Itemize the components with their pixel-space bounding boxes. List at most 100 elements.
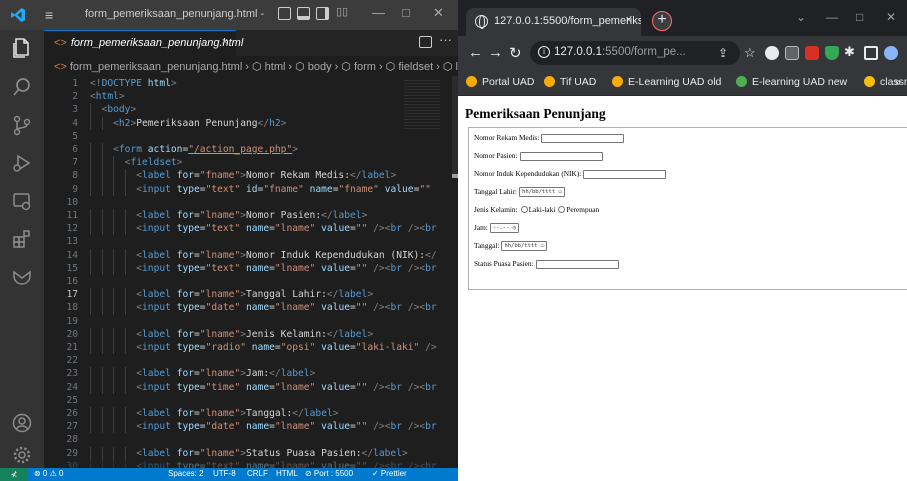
extension-screen-icon[interactable] bbox=[785, 46, 799, 60]
indent-guide bbox=[90, 103, 91, 117]
extensions-puzzle-icon[interactable]: ✱ bbox=[844, 44, 855, 60]
back-icon[interactable]: ← bbox=[468, 44, 483, 61]
address-bar[interactable]: i 127.0.0.1:5500/form_pe... bbox=[530, 41, 740, 65]
breadcrumb-item[interactable]: html bbox=[265, 61, 286, 73]
indent-guide bbox=[90, 248, 91, 262]
no-pasien-input[interactable] bbox=[519, 151, 603, 161]
share-icon[interactable]: ⇪ bbox=[718, 46, 728, 60]
search-icon[interactable] bbox=[11, 76, 33, 98]
forward-icon[interactable]: → bbox=[488, 44, 503, 61]
profile-avatar[interactable] bbox=[884, 46, 898, 60]
toggle-panel-icon[interactable] bbox=[297, 7, 310, 20]
browser-tab[interactable]: 127.0.0.1:5500/form_pemeriksaa × bbox=[466, 8, 641, 36]
tab-close-icon[interactable]: × bbox=[626, 14, 632, 26]
eol-indicator[interactable]: CRLF bbox=[247, 469, 268, 478]
live-server-port[interactable]: ⊘ Port : 5500 bbox=[305, 469, 353, 478]
indent-guide bbox=[101, 248, 103, 262]
code-token: value bbox=[384, 183, 414, 195]
code-token: />< bbox=[373, 302, 391, 314]
code-editor[interactable]: 1 <!DOCTYPE html> 2 <html> 3 <body> 4 <h2>Pemer… bbox=[44, 76, 458, 468]
indentation-indicator[interactable]: Spaces: 2 bbox=[168, 469, 204, 478]
clock-icon[interactable]: ◷ bbox=[513, 225, 516, 231]
code-token: br bbox=[390, 381, 403, 393]
code-line: 20 <label for="lname">Jenis Kelamin:</lab… bbox=[44, 327, 458, 341]
bookmark-item[interactable]: Portal UAD bbox=[466, 76, 535, 88]
code-token: br bbox=[390, 421, 403, 433]
code-token: label bbox=[142, 249, 171, 261]
more-actions-icon[interactable]: ··· bbox=[439, 32, 452, 47]
prettier-indicator[interactable]: ✓ Prettier bbox=[372, 469, 407, 478]
breadcrumb-item[interactable]: form bbox=[354, 61, 376, 73]
new-tab-button[interactable]: + bbox=[652, 11, 672, 31]
calendar-icon[interactable]: ▭ bbox=[559, 189, 562, 195]
bookmark-star-icon[interactable]: ☆ bbox=[744, 45, 756, 61]
jam-row: Jam: --.-- ◷ bbox=[474, 223, 519, 234]
site-info-icon[interactable]: i bbox=[538, 46, 550, 58]
tanggal-input[interactable]: hh/bb/tttt ▭ bbox=[501, 241, 548, 252]
close-button[interactable]: ✕ bbox=[433, 5, 444, 21]
nik-input[interactable] bbox=[583, 169, 667, 179]
maximize-button[interactable]: □ bbox=[402, 5, 410, 20]
minimize-button[interactable]: — bbox=[826, 10, 838, 24]
bookmark-item[interactable]: E-Learning UAD old bbox=[612, 76, 721, 88]
code-token: label bbox=[373, 447, 402, 459]
jam-input[interactable]: --.-- ◷ bbox=[489, 223, 519, 234]
remote-indicator-icon[interactable]: ⊀ bbox=[0, 468, 28, 481]
calendar-icon[interactable]: ▭ bbox=[541, 243, 544, 249]
line-number: 19 bbox=[66, 315, 78, 327]
tanggal-lahir-input[interactable]: hh/bb/tttt ▭ bbox=[519, 187, 565, 198]
minimap[interactable] bbox=[404, 80, 440, 130]
extension-dot-icon[interactable] bbox=[765, 46, 779, 60]
jenis-kelamin-row: Jenis Kelamin: Laki-laki Perempuan bbox=[474, 205, 599, 214]
line-number: 29 bbox=[66, 447, 78, 459]
accounts-icon[interactable] bbox=[11, 412, 33, 434]
bookmarks-more-icon[interactable]: » bbox=[895, 76, 901, 88]
tab-close-icon[interactable]: × bbox=[222, 36, 228, 48]
extension-red-icon[interactable] bbox=[805, 46, 819, 60]
live-share-icon[interactable] bbox=[11, 266, 33, 288]
code-token: DOCTYPE bbox=[101, 78, 142, 89]
settings-gear-icon[interactable] bbox=[11, 444, 33, 466]
menu-icon[interactable]: ≡ bbox=[45, 7, 53, 23]
extensions-icon[interactable] bbox=[11, 228, 33, 250]
run-debug-icon[interactable] bbox=[11, 152, 33, 174]
customize-layout-icon[interactable]: ▯▯ bbox=[336, 5, 348, 18]
radio-laki-laki[interactable] bbox=[520, 206, 528, 213]
minimize-button[interactable]: — bbox=[372, 5, 385, 20]
code-text: <input type="text" name="lname" value=""… bbox=[136, 262, 436, 275]
remote-explorer-icon[interactable] bbox=[11, 190, 33, 212]
encoding-indicator[interactable]: UTF-8 bbox=[213, 469, 236, 478]
toggle-sidebar-icon[interactable] bbox=[278, 7, 291, 20]
toggle-secondary-sidebar-icon[interactable] bbox=[316, 7, 329, 20]
reload-icon[interactable]: ↻ bbox=[509, 44, 522, 62]
source-control-icon[interactable] bbox=[11, 114, 33, 136]
language-indicator[interactable]: HTML bbox=[276, 469, 298, 478]
close-button[interactable]: ✕ bbox=[886, 10, 896, 24]
extension-shield-icon[interactable] bbox=[825, 46, 839, 60]
code-token: "" bbox=[355, 421, 368, 433]
explorer-icon[interactable] bbox=[11, 36, 33, 58]
code-token: "opsi" bbox=[280, 342, 316, 353]
code-token: name bbox=[246, 302, 270, 314]
no-rekam-medis-input[interactable] bbox=[541, 133, 625, 143]
code-token: "text" bbox=[205, 223, 241, 235]
breadcrumb-item[interactable]: body bbox=[308, 61, 332, 73]
tab-search-icon[interactable]: ⌄ bbox=[796, 10, 806, 24]
bookmark-item[interactable]: Tif UAD bbox=[544, 76, 596, 88]
radio-perempuan[interactable] bbox=[558, 206, 566, 213]
side-panel-icon[interactable] bbox=[864, 46, 878, 60]
problems-indicator[interactable]: ⊗ 0 ⚠ 0 bbox=[34, 469, 63, 478]
split-editor-icon[interactable] bbox=[419, 36, 432, 48]
bookmark-favicon-icon bbox=[864, 76, 875, 87]
breadcrumb-item[interactable]: fieldset bbox=[398, 61, 433, 73]
bookmark-item[interactable]: E-learning UAD new bbox=[736, 76, 847, 88]
maximize-button[interactable]: □ bbox=[856, 10, 863, 24]
code-token: "" bbox=[355, 381, 368, 393]
line-number: 5 bbox=[72, 130, 78, 142]
code-token: </ bbox=[269, 368, 281, 380]
indent-guide bbox=[124, 288, 126, 302]
breadcrumb-item[interactable]: form_pemeriksaan_penunjang.html bbox=[70, 61, 242, 73]
status-puasa-input[interactable] bbox=[535, 259, 619, 269]
code-line: 12 <input type="text" name="lname" value=… bbox=[44, 222, 458, 236]
editor-tab[interactable]: <> form_pemeriksaan_penunjang.html × bbox=[44, 30, 243, 56]
